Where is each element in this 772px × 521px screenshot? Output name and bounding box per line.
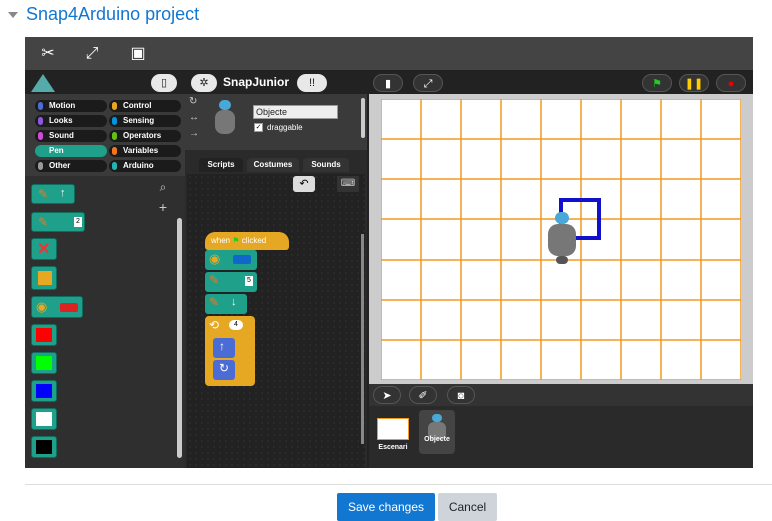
sprite-name-input[interactable]: Objecte	[253, 105, 338, 119]
page-title[interactable]: Snap4Arduino project	[26, 4, 199, 25]
collapse-caret-icon[interactable]	[8, 12, 18, 18]
set-color-white-block[interactable]	[31, 408, 57, 430]
zoom-search-icon[interactable]: ⌕	[155, 180, 171, 196]
presentation-mode-icon[interactable]: ⤢	[413, 74, 443, 92]
set-pen-size-block[interactable]: ✎ 5	[205, 272, 257, 292]
set-color-black-block[interactable]	[31, 436, 57, 458]
snap-logo-icon[interactable]	[31, 74, 55, 92]
pen-size-block[interactable]: ✎ 2	[31, 212, 85, 232]
pen-up-block[interactable]: ✎ ↑	[31, 184, 75, 204]
set-color-green-block[interactable]	[31, 352, 57, 374]
tab-costumes[interactable]: Costumes	[247, 158, 299, 172]
tab-scripts[interactable]: Scripts	[199, 158, 243, 172]
category-looks[interactable]: Looks	[35, 115, 107, 127]
draggable-checkbox[interactable]: ✓	[254, 123, 263, 132]
block-palette: ✎ ↑ ✎ 2 ✕ ◉ ⌕ +	[25, 176, 185, 468]
set-color-blue-block[interactable]	[31, 380, 57, 402]
move-forward-block[interactable]: ↑	[213, 338, 235, 358]
pen-color-block[interactable]: ◉	[31, 296, 83, 318]
sprite-editor: ↻ ↔ → Objecte ✓ draggable Scripts Costum…	[185, 94, 367, 468]
set-pen-color-block[interactable]: ◉	[205, 250, 257, 270]
draggable-label: draggable	[267, 123, 303, 132]
project-header: Snap4Arduino project	[0, 0, 772, 30]
cancel-button[interactable]: Cancel	[438, 493, 497, 521]
pause-icon[interactable]: ❚❚	[679, 74, 709, 92]
add-block-icon[interactable]: +	[155, 200, 171, 216]
settings-icon[interactable]: ✲	[191, 74, 217, 92]
file-menu-icon[interactable]: ▯	[151, 74, 177, 92]
stamp-block[interactable]	[31, 266, 57, 290]
tools-icon[interactable]: ✂	[37, 43, 59, 65]
pen-down-block[interactable]: ✎ ↓	[205, 294, 247, 314]
clear-block[interactable]: ✕	[31, 238, 57, 260]
green-flag-icon[interactable]: ⚑	[642, 74, 672, 92]
category-operators[interactable]: Operators	[109, 130, 181, 142]
corral-toolbar: ➤ ✐ ◙	[369, 384, 753, 406]
stage-thumbnail-label: Escenari	[378, 444, 408, 451]
stop-icon[interactable]: ●	[716, 74, 746, 92]
fullscreen-icon[interactable]: ⤢	[81, 43, 103, 65]
scripts-scrollbar[interactable]	[361, 234, 364, 444]
category-other[interactable]: Other	[35, 160, 107, 172]
sprite-info-bar: ↻ ↔ → Objecte ✓ draggable	[185, 94, 367, 150]
save-icon[interactable]: ▣	[127, 43, 149, 65]
stage-size-icon[interactable]: ▮	[373, 74, 403, 92]
editor-toolbar: ✂ ⤢ ▣	[25, 37, 753, 70]
category-pen[interactable]: Pen	[35, 145, 107, 157]
turtle-arrow-icon[interactable]: ➤	[373, 386, 401, 404]
snap-top-bar: ▯ ✲ SnapJunior !! ▮ ⤢ ⚑ ❚❚ ●	[25, 70, 753, 94]
scripts-area[interactable]: ↶ ⌨ when ⚑ clicked ◉ ✎ 5 ✎ ↓ ⟲ 4 ↑ ↻	[187, 174, 365, 468]
project-name: SnapJunior	[223, 75, 290, 89]
camera-icon[interactable]: ◙	[447, 386, 475, 404]
sprite-thumbnail-label: Objecte	[424, 436, 450, 443]
tab-sounds[interactable]: Sounds	[303, 158, 349, 172]
turn-right-block[interactable]: ↻	[213, 360, 235, 380]
category-selector: Motion Looks Sound Pen Other Control Sen…	[25, 94, 185, 176]
keyboard-entry-icon[interactable]: !!	[297, 74, 327, 92]
category-motion[interactable]: Motion	[35, 100, 107, 112]
snap-editor: ▯ ✲ SnapJunior !! ▮ ⤢ ⚑ ❚❚ ● Motion Look…	[25, 70, 753, 468]
turtle-sprite-icon[interactable]	[545, 212, 579, 266]
category-variables[interactable]: Variables	[109, 145, 181, 157]
no-rotate-icon[interactable]: →	[189, 128, 199, 139]
stage[interactable]	[369, 94, 753, 384]
sprite-corral: ➤ ✐ ◙ Escenari Objecte	[369, 384, 753, 468]
category-arduino[interactable]: Arduino	[109, 160, 181, 172]
keyboard-icon[interactable]: ⌨	[337, 176, 359, 192]
palette-scrollbar[interactable]	[177, 218, 182, 458]
turtle-sprite-icon	[211, 100, 239, 136]
set-color-red-block[interactable]	[31, 324, 57, 346]
sprite-thumbnail[interactable]	[419, 410, 455, 454]
when-flag-clicked-block[interactable]: when ⚑ clicked	[205, 232, 289, 250]
flip-icon[interactable]: ↔	[189, 112, 199, 123]
undo-icon[interactable]: ↶	[293, 176, 315, 192]
paint-brush-icon[interactable]: ✐	[409, 386, 437, 404]
rotate-icon[interactable]: ↻	[189, 96, 197, 107]
save-button[interactable]: Save changes	[337, 493, 435, 521]
sprite-bar-handle[interactable]	[361, 98, 365, 138]
divider	[25, 484, 772, 485]
category-sound[interactable]: Sound	[35, 130, 107, 142]
category-control[interactable]: Control	[109, 100, 181, 112]
category-sensing[interactable]: Sensing	[109, 115, 181, 127]
